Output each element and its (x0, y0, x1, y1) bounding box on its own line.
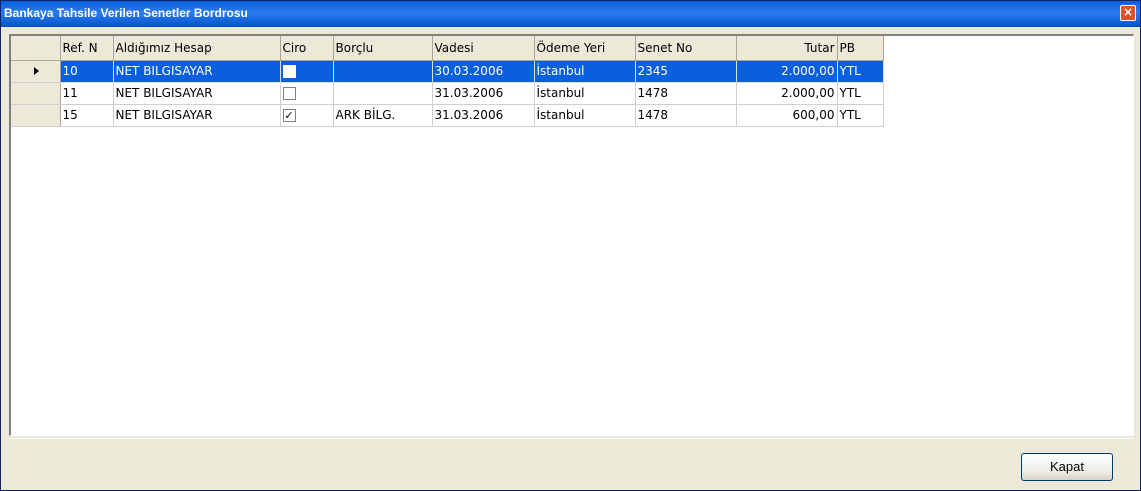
cell-senet-no[interactable]: 2345 (635, 60, 737, 83)
row-indicator[interactable] (11, 82, 61, 105)
cell-tutar[interactable]: 600,00 (736, 104, 838, 127)
column-header-vadesi[interactable]: Vadesi (432, 36, 535, 61)
header-row: Ref. N Aldığımız Hesap Ciro Borçlu Vades… (11, 36, 884, 61)
cell-odeme-yeri[interactable]: İstanbul (534, 82, 636, 105)
footer-panel: Kapat (9, 438, 1134, 489)
cell-borclu[interactable] (333, 82, 433, 105)
column-header-ref[interactable]: Ref. N (60, 36, 114, 61)
ciro-checkbox[interactable]: ✓ (282, 109, 296, 122)
cell-vadesi[interactable]: 31.03.2006 (432, 104, 535, 127)
current-row-arrow-icon (34, 67, 40, 75)
column-header-ciro[interactable]: Ciro (280, 36, 334, 61)
table-row[interactable]: 11 NET BILGISAYAR 31.03.2006 İstanbul 14… (11, 82, 884, 105)
column-header-odeme-yeri[interactable]: Ödeme Yeri (534, 36, 636, 61)
cell-odeme-yeri[interactable]: İstanbul (534, 104, 636, 127)
column-header-pb[interactable]: PB (837, 36, 884, 61)
senet-table: Ref. N Aldığımız Hesap Ciro Borçlu Vades… (11, 36, 884, 127)
column-header-tutar[interactable]: Tutar (736, 36, 838, 61)
close-icon[interactable]: × (1120, 5, 1136, 21)
cell-vadesi[interactable]: 30.03.2006 (432, 60, 535, 83)
ciro-checkbox[interactable] (282, 65, 296, 78)
cell-vadesi[interactable]: 31.03.2006 (432, 82, 535, 105)
cell-tutar[interactable]: 2.000,00 (736, 60, 838, 83)
cell-senet-no[interactable]: 1478 (635, 104, 737, 127)
table-row[interactable]: 10 NET BILGISAYAR 30.03.2006 İstanbul 23… (11, 60, 884, 83)
data-grid[interactable]: Ref. N Aldığımız Hesap Ciro Borçlu Vades… (9, 34, 1134, 436)
cell-pb[interactable]: YTL (837, 60, 884, 83)
cell-pb[interactable]: YTL (837, 104, 884, 127)
cell-ciro[interactable] (280, 82, 334, 105)
cell-ciro[interactable]: ✓ (280, 104, 334, 127)
cell-tutar[interactable]: 2.000,00 (736, 82, 838, 105)
cell-hesap[interactable]: NET BILGISAYAR (113, 60, 281, 83)
cell-ciro[interactable] (280, 60, 334, 83)
cell-ref[interactable]: 15 (60, 104, 114, 127)
row-indicator[interactable] (11, 60, 61, 83)
dialog-window: Bankaya Tahsile Verilen Senetler Bordros… (0, 0, 1141, 491)
title-bar[interactable]: Bankaya Tahsile Verilen Senetler Bordros… (1, 1, 1140, 27)
column-header-borclu[interactable]: Borçlu (333, 36, 433, 61)
cell-hesap[interactable]: NET BILGISAYAR (113, 82, 281, 105)
column-header-senet-no[interactable]: Senet No (635, 36, 737, 61)
ciro-checkbox[interactable] (282, 87, 296, 100)
row-indicator[interactable] (11, 104, 61, 127)
cell-ref[interactable]: 11 (60, 82, 114, 105)
kapat-button[interactable]: Kapat (1021, 453, 1113, 481)
row-indicator-header (11, 36, 61, 61)
table-row[interactable]: 15 NET BILGISAYAR ✓ ARK BİLG. 31.03.2006… (11, 104, 884, 127)
column-header-hesap[interactable]: Aldığımız Hesap (113, 36, 281, 61)
cell-senet-no[interactable]: 1478 (635, 82, 737, 105)
cell-ref[interactable]: 10 (60, 60, 114, 83)
cell-hesap[interactable]: NET BILGISAYAR (113, 104, 281, 127)
window-title: Bankaya Tahsile Verilen Senetler Bordros… (4, 6, 248, 20)
cell-odeme-yeri[interactable]: İstanbul (534, 60, 636, 83)
cell-pb[interactable]: YTL (837, 82, 884, 105)
cell-borclu[interactable]: ARK BİLG. (333, 104, 433, 127)
cell-borclu[interactable] (333, 60, 433, 83)
